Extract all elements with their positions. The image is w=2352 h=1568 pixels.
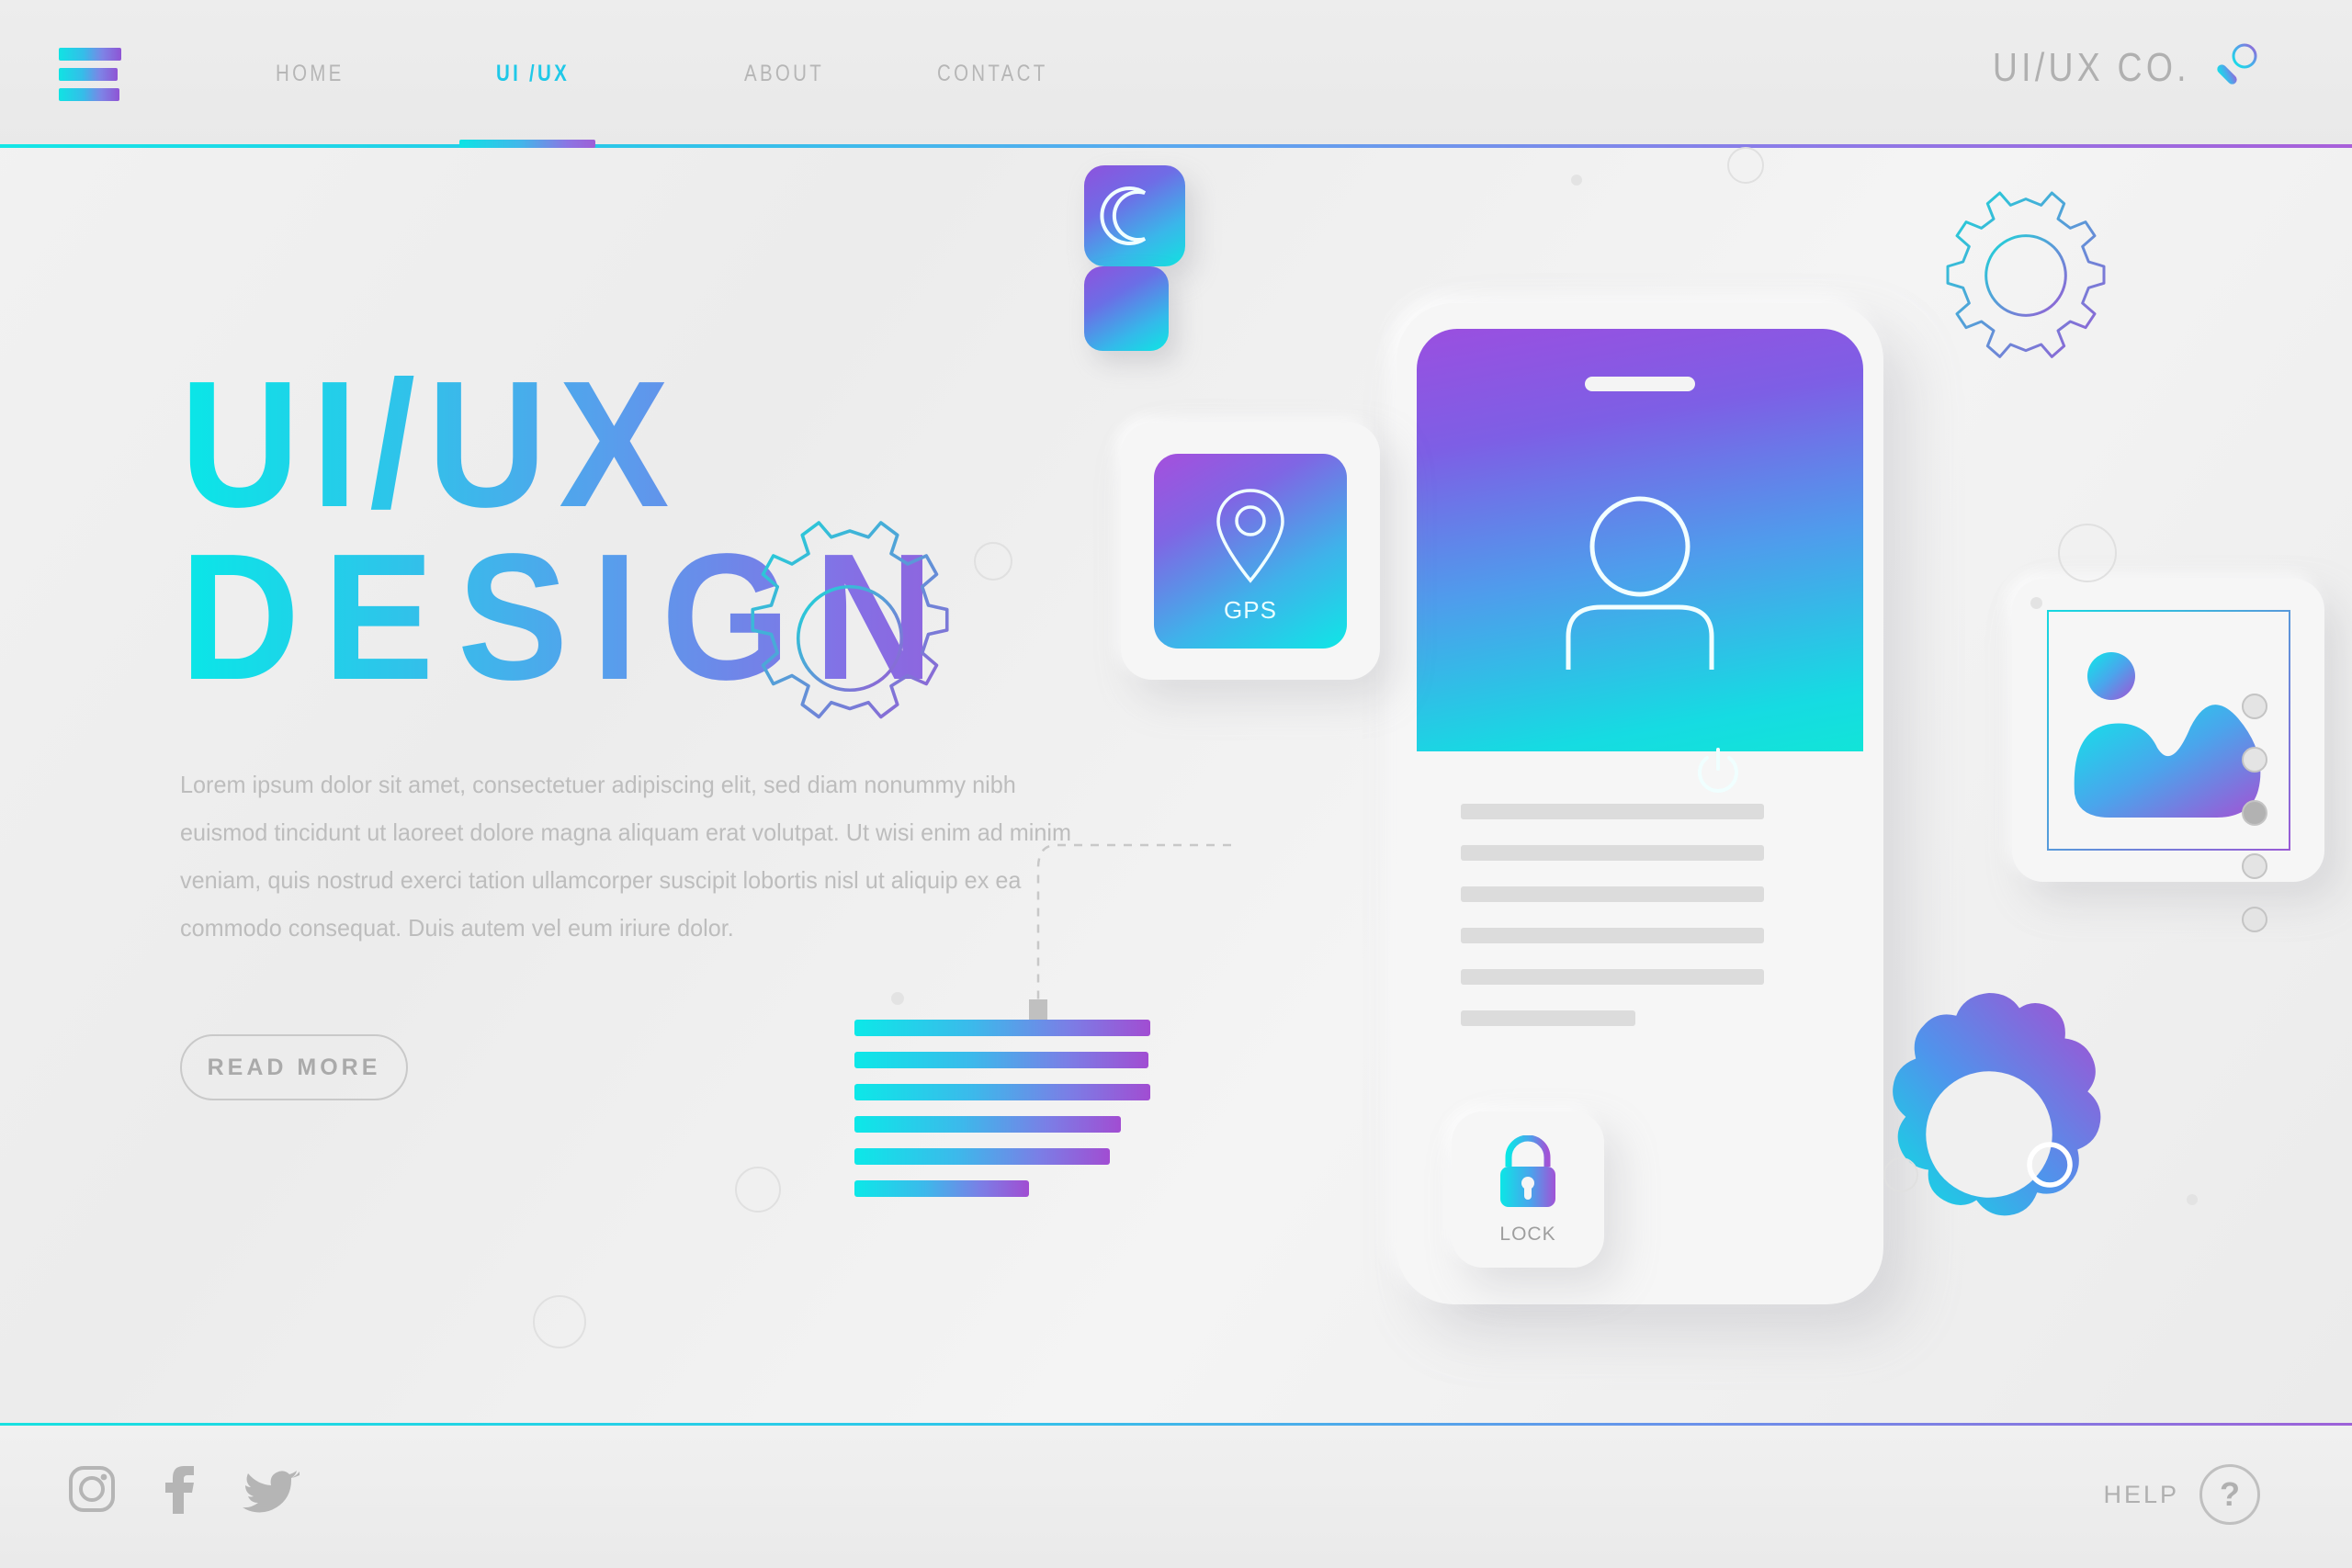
hamburger-icon[interactable] (59, 48, 121, 101)
gradient-bar (854, 1180, 1029, 1197)
decor-circle (1883, 1157, 1918, 1192)
doc-line (1461, 1010, 1635, 1026)
navbar: HOME UI /UX ABOUT CONTACT UI/UX CO. (0, 0, 2352, 147)
decor-dot (891, 992, 904, 1005)
gradient-bar (854, 1052, 1148, 1068)
gps-card-inner: GPS (1154, 454, 1347, 649)
image-gallery-card[interactable] (2012, 579, 2324, 882)
hamburger-bar (59, 88, 119, 101)
crescent-moon-icon (1100, 186, 1147, 245)
nav-item-about[interactable]: ABOUT (744, 61, 824, 87)
facebook-icon[interactable] (162, 1462, 198, 1516)
gradient-bar (854, 1148, 1110, 1165)
brand-logo-text: UI/UX CO. (1993, 45, 2190, 90)
power-button-icon (1698, 748, 1738, 793)
gps-card-label: GPS (1224, 596, 1277, 624)
decor-circle (533, 1295, 586, 1348)
phone-screen (1417, 329, 1863, 751)
hamburger-bar (59, 68, 118, 81)
nav-item-uiux[interactable]: UI /UX (496, 61, 570, 87)
doc-line (1461, 804, 1764, 819)
gradient-bar (854, 1116, 1121, 1133)
nav-underline (0, 144, 2352, 148)
doc-line (1461, 969, 1764, 985)
doc-line (1461, 845, 1764, 861)
location-pin-icon (1216, 489, 1284, 583)
instagram-icon[interactable] (66, 1463, 118, 1515)
decor-circle (2058, 524, 2117, 582)
gps-card[interactable]: GPS (1121, 423, 1380, 680)
decor-dot (1571, 175, 1582, 186)
brand-area: UI/UX CO. (1958, 42, 2260, 94)
dark-mode-card[interactable] (1084, 165, 1185, 266)
doc-line (1461, 928, 1764, 943)
nav-active-indicator (459, 140, 595, 148)
twitter-icon[interactable] (243, 1464, 300, 1514)
pagination-dot[interactable] (2242, 853, 2267, 879)
gear-cog-icon (1893, 993, 2101, 1216)
pagination-dot[interactable] (2242, 907, 2267, 932)
gradient-bars-group (854, 1020, 1158, 1213)
phone-speaker (1585, 377, 1695, 391)
decor-dot (2187, 1194, 2198, 1205)
lock-card-label: LOCK (1499, 1224, 1556, 1245)
doc-line (1461, 886, 1764, 902)
help-question-icon: ? (2199, 1464, 2260, 1525)
gradient-bar (854, 1020, 1150, 1036)
dashed-connector (1029, 843, 1231, 1020)
lock-card[interactable]: LOCK (1452, 1111, 1604, 1268)
decor-dot (2030, 597, 2042, 609)
hamburger-bar (59, 48, 121, 61)
read-more-button[interactable]: READ MORE (180, 1034, 408, 1101)
document-placeholder-lines (1461, 804, 1764, 1052)
pagination-dot[interactable] (2242, 694, 2267, 719)
help-label: HELP (2103, 1480, 2179, 1508)
user-avatar-icon (1566, 496, 1714, 670)
hero-paragraph: Lorem ipsum dolor sit amet, consectetuer… (180, 771, 1072, 942)
gear-outline-icon (751, 521, 949, 719)
decor-circle (974, 542, 1012, 581)
padlock-icon (1500, 1135, 1555, 1207)
decor-circle (735, 1167, 781, 1213)
gear-outline-icon (1946, 191, 2106, 358)
pagination-dots (2242, 694, 2267, 932)
help-button[interactable]: HELP ? (2103, 1464, 2260, 1525)
footer: HELP ? (0, 1426, 2352, 1568)
nav-item-contact[interactable]: CONTACT (937, 61, 1048, 87)
gradient-bar (854, 1084, 1150, 1100)
search-icon[interactable] (2212, 42, 2260, 94)
hero-title-line-1: UI/UX (180, 344, 682, 545)
nav-item-home[interactable]: HOME (276, 61, 345, 87)
pagination-dot-active[interactable] (2242, 800, 2267, 826)
decor-circle (1727, 147, 1764, 184)
pagination-dot[interactable] (2242, 747, 2267, 773)
social-links (66, 1462, 300, 1516)
power-button-card[interactable] (1084, 266, 1738, 793)
hero-illustration: GPS LOCK (533, 147, 2352, 1378)
